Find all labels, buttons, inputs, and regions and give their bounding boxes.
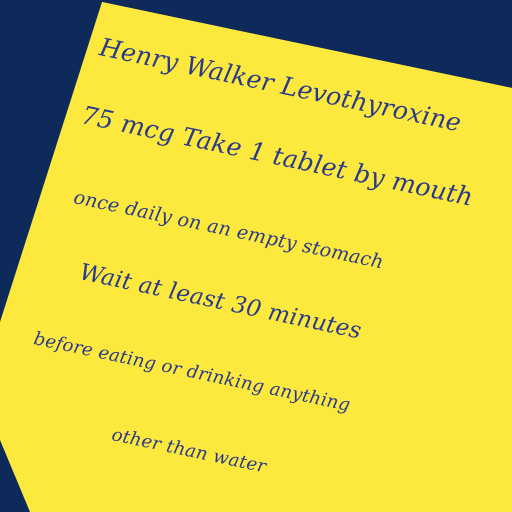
sticky-note: Henry Walker Levothyroxine 75 mcg Take 1… xyxy=(0,0,512,512)
background: Henry Walker Levothyroxine 75 mcg Take 1… xyxy=(0,0,512,512)
